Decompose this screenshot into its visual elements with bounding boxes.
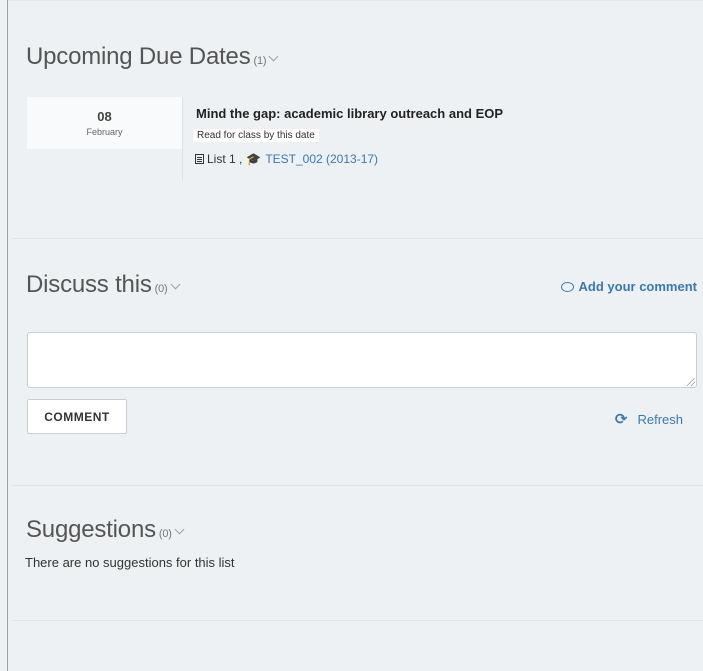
- section-divider: [12, 238, 703, 239]
- comment-button[interactable]: COMMENT: [27, 399, 127, 434]
- due-item-title[interactable]: Mind the gap: academic library outreach …: [196, 106, 503, 121]
- due-item-note: Read for class by this date: [193, 129, 319, 142]
- left-border: [7, 0, 8, 671]
- discuss-title: Discuss this: [26, 271, 152, 298]
- refresh-icon: ⟳: [614, 411, 628, 428]
- due-date-divider: [182, 97, 183, 181]
- add-comment-link[interactable]: Add your comment: [560, 279, 697, 294]
- comment-bubble-icon: [560, 281, 574, 292]
- discuss-count: (0): [154, 283, 168, 295]
- course-label: TEST_002 (2013-17): [265, 152, 379, 166]
- add-comment-label: Add your comment: [578, 279, 697, 294]
- discuss-heading[interactable]: Discuss this (0): [26, 271, 180, 299]
- suggestions-heading[interactable]: Suggestions (0): [26, 516, 185, 544]
- due-date-day: 08: [97, 109, 112, 124]
- resize-handle[interactable]: [687, 378, 695, 386]
- due-date-badge: 08 February: [27, 97, 182, 149]
- chevron-down-icon[interactable]: [174, 524, 185, 535]
- upcoming-due-dates-heading[interactable]: Upcoming Due Dates (1): [26, 43, 279, 71]
- refresh-label: Refresh: [637, 411, 683, 427]
- suggestions-empty-text: There are no suggestions for this list: [25, 555, 235, 570]
- due-date-month: February: [86, 127, 123, 137]
- comment-textarea[interactable]: [27, 332, 697, 388]
- chevron-down-icon[interactable]: [170, 279, 180, 290]
- due-item-meta: List 1 , 🎓 TEST_002 (2013-17): [195, 152, 378, 166]
- chevron-down-icon[interactable]: [268, 51, 279, 62]
- suggestions-title: Suggestions: [26, 516, 156, 543]
- list-icon: [195, 154, 204, 164]
- refresh-link[interactable]: ⟳ Refresh: [615, 410, 683, 428]
- graduation-cap-icon: 🎓: [246, 152, 262, 166]
- list-label[interactable]: List 1 ,: [207, 152, 242, 166]
- upcoming-count: (1): [253, 55, 267, 67]
- section-divider: [12, 620, 703, 621]
- suggestions-count: (0): [158, 528, 172, 540]
- course-link[interactable]: 🎓 TEST_002 (2013-17): [246, 152, 378, 166]
- top-border: [8, 0, 703, 1]
- section-divider: [12, 485, 703, 486]
- upcoming-due-dates-title: Upcoming Due Dates: [26, 43, 251, 70]
